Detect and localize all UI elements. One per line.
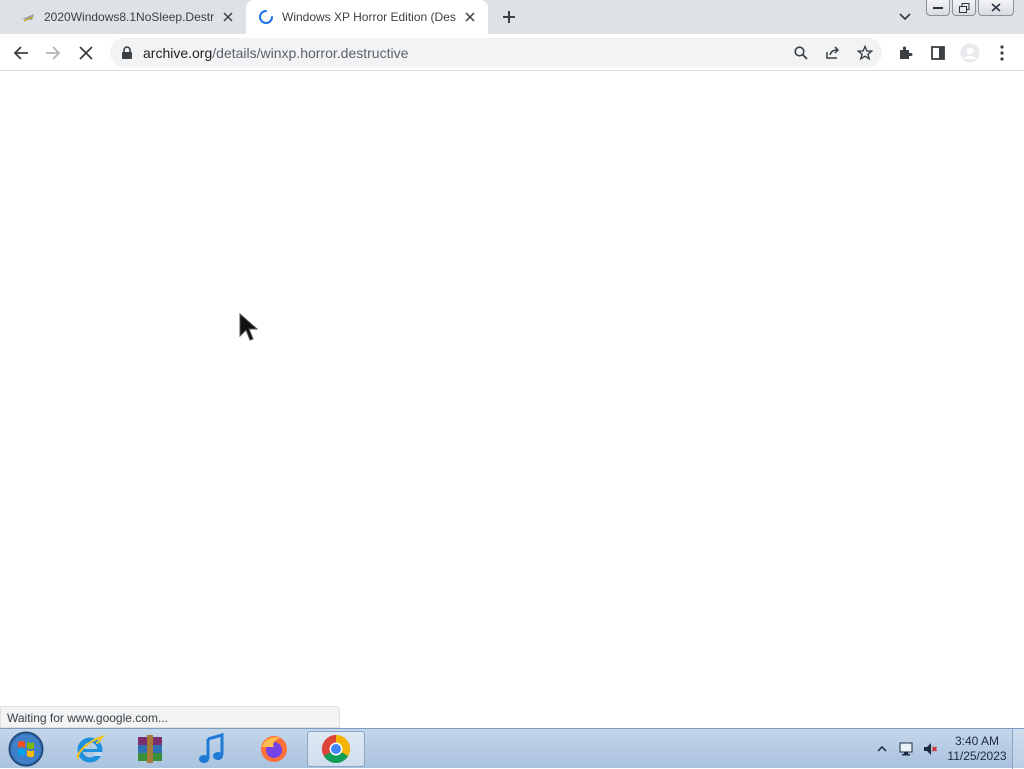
- bookmark-star-icon[interactable]: [856, 44, 874, 62]
- url-text: archive.org/details/winxp.horror.destruc…: [143, 45, 408, 61]
- internet-explorer-icon: [76, 734, 106, 763]
- close-window-button[interactable]: [978, 0, 1014, 16]
- tab-search-button[interactable]: [896, 8, 914, 26]
- restore-icon: [958, 2, 969, 13]
- system-tray: 3:40 AM 11/25/2023: [870, 729, 1024, 769]
- taskbar: 3:40 AM 11/25/2023: [0, 728, 1024, 769]
- taskbar-chrome[interactable]: [307, 731, 365, 767]
- show-hidden-icons-icon[interactable]: [874, 741, 890, 757]
- volume-muted-icon[interactable]: [922, 741, 938, 757]
- plus-icon: [503, 11, 515, 23]
- taskbar-internet-explorer[interactable]: [61, 731, 119, 767]
- avatar-icon: [960, 43, 980, 63]
- minimize-button[interactable]: [926, 0, 950, 16]
- extensions-button[interactable]: [895, 42, 917, 64]
- clock-date: 11/25/2023: [947, 749, 1007, 763]
- side-panel-button[interactable]: [927, 42, 949, 64]
- arrow-right-icon: [46, 46, 61, 60]
- restore-button[interactable]: [952, 0, 976, 16]
- side-panel-icon: [931, 46, 945, 60]
- url-path: /details/winxp.horror.destructive: [212, 44, 409, 61]
- network-icon[interactable]: [898, 741, 914, 757]
- winrar-icon: [138, 735, 162, 763]
- chrome-icon: [322, 735, 350, 763]
- address-bar[interactable]: archive.org/details/winxp.horror.destruc…: [110, 38, 882, 67]
- tab-strip: 2020Windows8.1NoSleep.Destructive Window…: [0, 0, 1024, 34]
- taskbar-itunes[interactable]: [183, 731, 241, 767]
- new-tab-button[interactable]: [499, 7, 519, 27]
- page-content[interactable]: [0, 72, 1024, 728]
- clock-time: 3:40 AM: [954, 734, 1000, 748]
- loading-spinner-icon: [258, 9, 274, 25]
- puzzle-icon: [900, 46, 913, 59]
- firefox-icon: [261, 736, 287, 762]
- itunes-music-note-icon: [199, 733, 224, 763]
- search-icon[interactable]: [792, 44, 810, 62]
- show-desktop-button[interactable]: [1012, 729, 1024, 769]
- arrow-left-icon: [13, 46, 28, 60]
- forward-button[interactable]: [42, 42, 64, 64]
- profile-avatar[interactable]: [959, 42, 981, 64]
- tab-title: 2020Windows8.1NoSleep.Destructive: [44, 10, 214, 24]
- url-domain: archive.org: [143, 44, 213, 61]
- menu-button[interactable]: [991, 42, 1013, 64]
- window-controls: [926, 0, 1014, 18]
- tab-inactive[interactable]: 2020Windows8.1NoSleep.Destructive: [8, 0, 246, 34]
- stop-loading-button[interactable]: [75, 42, 97, 64]
- close-icon: [991, 3, 1001, 12]
- tab-title: Windows XP Horror Edition (Destructive): [282, 10, 456, 24]
- windows-orb-icon: [8, 731, 44, 767]
- tab-active[interactable]: Windows XP Horror Edition (Destructive): [246, 0, 488, 34]
- taskbar-clock[interactable]: 3:40 AM 11/25/2023: [942, 734, 1012, 764]
- share-icon[interactable]: [824, 44, 842, 62]
- minimize-icon: [933, 6, 943, 9]
- kebab-menu-icon: [1000, 45, 1004, 61]
- archive-favicon-icon: [20, 9, 36, 25]
- close-icon[interactable]: [220, 9, 236, 25]
- taskbar-winrar[interactable]: [121, 731, 179, 767]
- back-button[interactable]: [10, 42, 32, 64]
- close-icon[interactable]: [462, 9, 478, 25]
- mouse-cursor-icon: [238, 312, 262, 344]
- close-icon: [79, 46, 93, 60]
- chevron-down-icon: [899, 13, 911, 21]
- browser-toolbar: archive.org/details/winxp.horror.destruc…: [0, 34, 1024, 71]
- status-bubble: Waiting for www.google.com...: [0, 706, 340, 728]
- start-button[interactable]: [5, 731, 47, 767]
- taskbar-firefox[interactable]: [245, 731, 303, 767]
- lock-icon[interactable]: [119, 45, 135, 61]
